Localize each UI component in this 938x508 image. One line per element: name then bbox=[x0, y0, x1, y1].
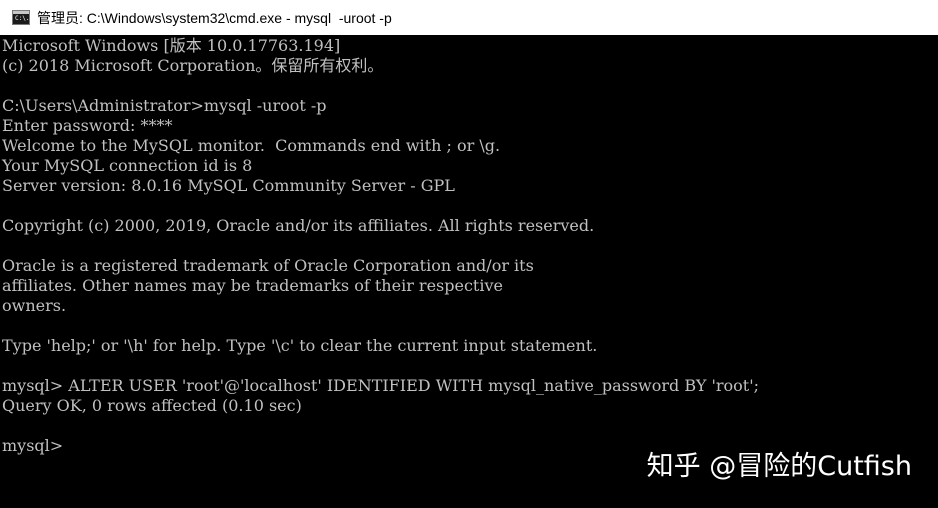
console-line: C:\Users\Administrator>mysql -uroot -p bbox=[2, 96, 327, 115]
console-output[interactable]: Microsoft Windows [版本 10.0.17763.194] (c… bbox=[0, 36, 938, 508]
console-line: Your MySQL connection id is 8 bbox=[2, 156, 253, 175]
console-line: (c) 2018 Microsoft Corporation。保留所有权利。 bbox=[2, 56, 384, 75]
window-title: 管理员: C:\Windows\system32\cmd.exe - mysql… bbox=[37, 9, 392, 26]
console-line: Enter password: **** bbox=[2, 116, 173, 135]
console-line: owners. bbox=[2, 296, 67, 315]
console-line: Welcome to the MySQL monitor. Commands e… bbox=[2, 136, 501, 155]
title-bar[interactable]: C:\. 管理员: C:\Windows\system32\cmd.exe - … bbox=[0, 0, 938, 35]
console-prompt[interactable]: mysql> bbox=[2, 436, 63, 456]
console-line: Oracle is a registered trademark of Orac… bbox=[2, 256, 534, 275]
cmd-console-icon[interactable]: C:\. bbox=[12, 10, 30, 25]
console-line: Server version: 8.0.16 MySQL Community S… bbox=[2, 176, 455, 195]
console-line: affiliates. Other names may be trademark… bbox=[2, 276, 503, 295]
console-line: Copyright (c) 2000, 2019, Oracle and/or … bbox=[2, 216, 595, 235]
console-line: Microsoft Windows [版本 10.0.17763.194] bbox=[2, 36, 341, 55]
cmd-window: C:\. 管理员: C:\Windows\system32\cmd.exe - … bbox=[0, 0, 938, 508]
console-line: Query OK, 0 rows affected (0.10 sec) bbox=[2, 396, 302, 415]
zhihu-watermark: 知乎 @冒险的Cutfish bbox=[646, 451, 912, 482]
console-line: Type 'help;' or '\h' for help. Type '\c'… bbox=[2, 336, 598, 355]
cmd-icon-text: C:\. bbox=[15, 15, 30, 22]
console-line: mysql> ALTER USER 'root'@'localhost' IDE… bbox=[2, 376, 760, 395]
cmd-icon-bar bbox=[13, 11, 29, 14]
